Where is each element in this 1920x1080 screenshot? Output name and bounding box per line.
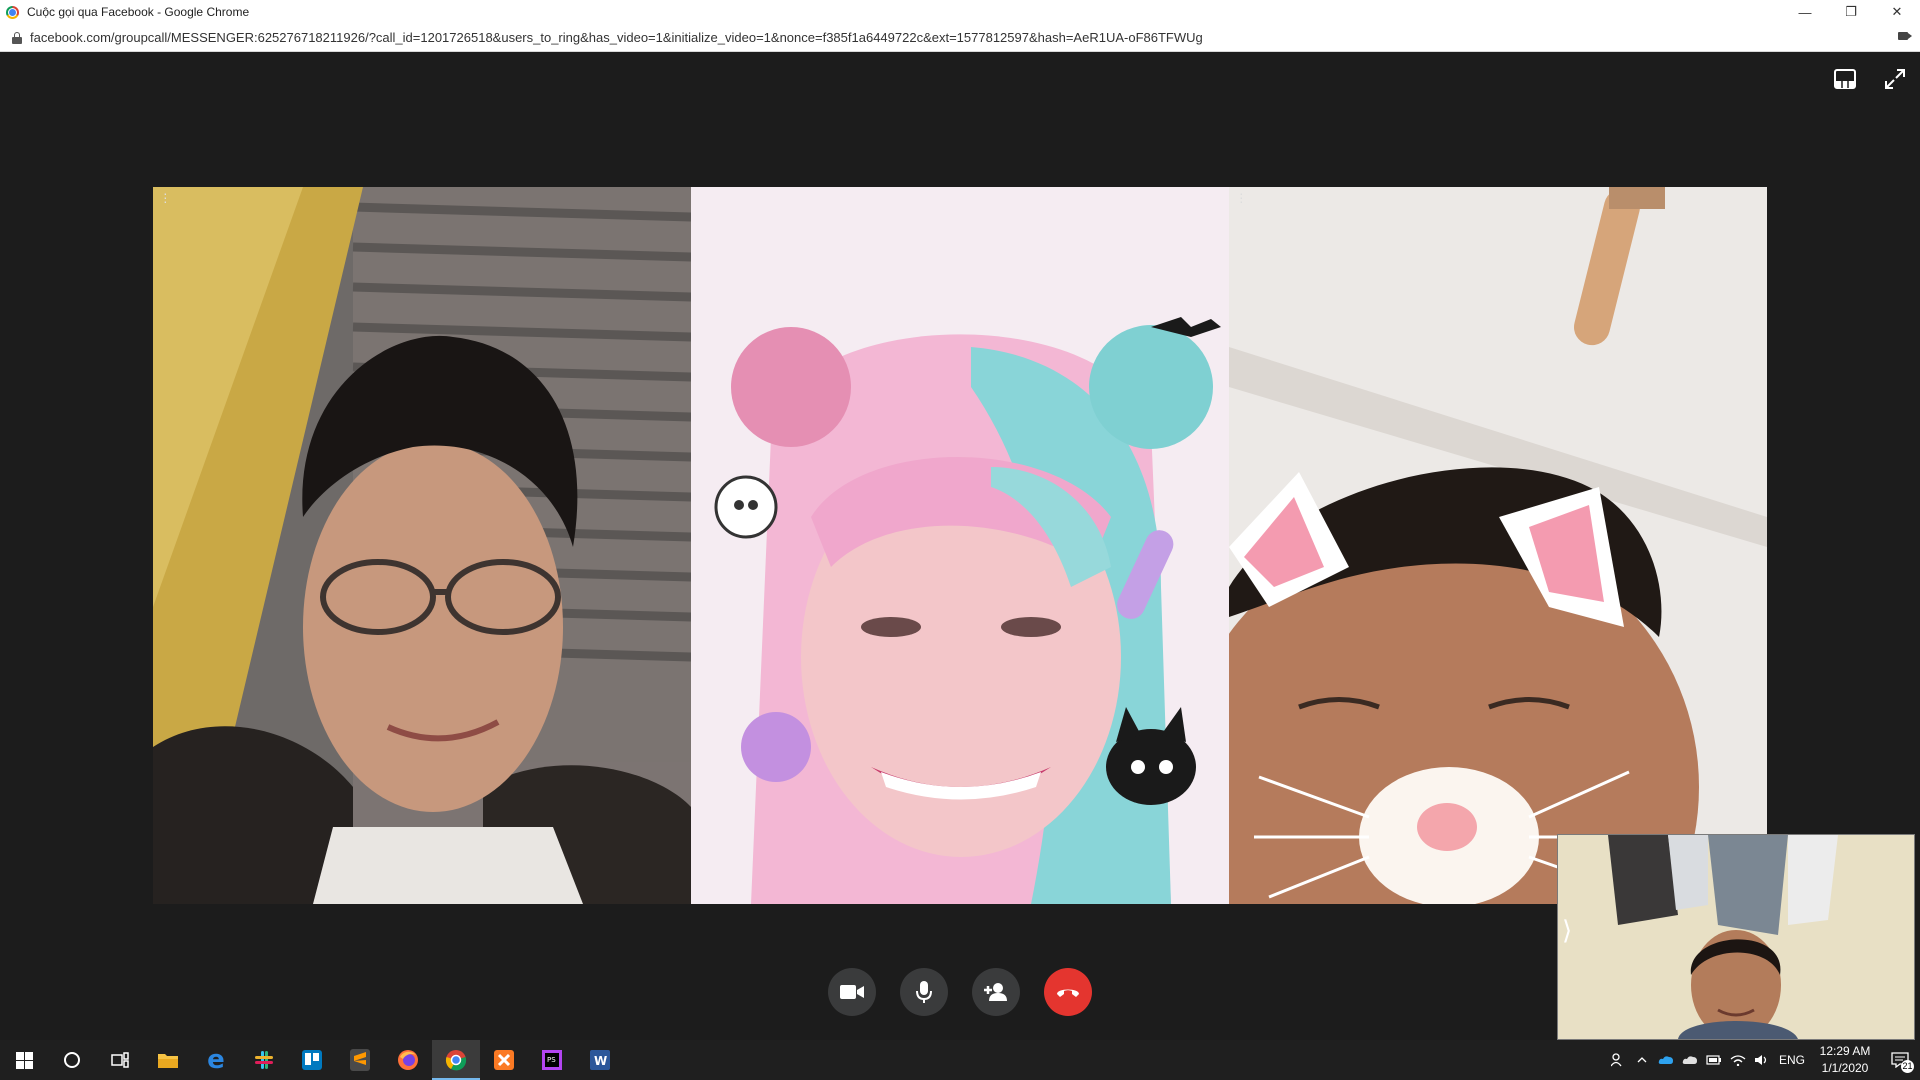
action-center-icon[interactable]: 21 — [1880, 1040, 1920, 1080]
edge-icon[interactable]: e — [192, 1040, 240, 1080]
people-icon[interactable] — [1606, 1040, 1630, 1080]
firefox-icon[interactable] — [384, 1040, 432, 1080]
close-button[interactable]: ✕ — [1874, 0, 1920, 24]
phpstorm-icon[interactable]: PS — [528, 1040, 576, 1080]
svg-text:W: W — [594, 1054, 607, 1068]
fullscreen-icon[interactable] — [1882, 66, 1908, 92]
word-icon[interactable]: W — [576, 1040, 624, 1080]
taskbar: e PS W ENG 12:29 AM 1/1/2020 21 — [0, 1040, 1920, 1080]
url-text[interactable]: facebook.com/groupcall/MESSENGER:6252767… — [30, 30, 1203, 45]
notification-badge: 21 — [1901, 1060, 1914, 1073]
title-bar: Cuộc gọi qua Facebook - Google Chrome — … — [0, 0, 1920, 24]
xampp-icon[interactable] — [480, 1040, 528, 1080]
chevron-up-icon[interactable] — [1630, 1040, 1654, 1080]
video-camera-icon[interactable] — [828, 968, 876, 1016]
lock-icon[interactable] — [12, 31, 22, 44]
battery-icon[interactable] — [1702, 1040, 1726, 1080]
slack-icon[interactable] — [240, 1040, 288, 1080]
self-video-preview[interactable]: ⟩ — [1557, 834, 1915, 1040]
window-controls: — ❐ ✕ — [1782, 0, 1920, 24]
chrome-logo-icon — [6, 5, 19, 19]
camera-in-use-icon[interactable] — [1898, 32, 1912, 40]
microphone-icon[interactable] — [900, 968, 948, 1016]
clock[interactable]: 12:29 AM 1/1/2020 — [1810, 1043, 1880, 1077]
system-tray: ENG 12:29 AM 1/1/2020 21 — [1606, 1040, 1920, 1080]
cloud-icon[interactable] — [1678, 1040, 1702, 1080]
window-title: Cuộc gọi qua Facebook - Google Chrome — [27, 5, 250, 19]
task-view-icon[interactable] — [96, 1040, 144, 1080]
tile-menu-icon[interactable]: · · · — [1239, 187, 1244, 208]
start-icon[interactable] — [0, 1040, 48, 1080]
onedrive-icon[interactable] — [1654, 1040, 1678, 1080]
language-indicator[interactable]: ENG — [1774, 1040, 1810, 1080]
participant-video-2[interactable] — [691, 187, 1229, 904]
clock-date: 1/1/2020 — [1821, 1061, 1869, 1075]
end-call-icon[interactable] — [1044, 968, 1092, 1016]
participant-video-1[interactable]: · · · — [153, 187, 691, 904]
trello-icon[interactable] — [288, 1040, 336, 1080]
tile-menu-icon[interactable]: · · · — [163, 187, 168, 208]
svg-text:PS: PS — [547, 1056, 556, 1064]
participant-video-3[interactable]: · · · — [1229, 187, 1767, 904]
chrome-icon[interactable] — [432, 1040, 480, 1080]
cortana-icon[interactable] — [48, 1040, 96, 1080]
call-controls — [828, 968, 1092, 1016]
volume-icon[interactable] — [1750, 1040, 1774, 1080]
sublime-icon[interactable] — [336, 1040, 384, 1080]
call-stage: · · · · · · ⟩ — [0, 52, 1920, 1040]
restore-button[interactable]: ❐ — [1828, 0, 1874, 24]
collapse-self-view-icon[interactable]: ⟩ — [1562, 915, 1572, 946]
clock-time: 12:29 AM — [1819, 1044, 1871, 1058]
address-bar[interactable]: facebook.com/groupcall/MESSENGER:6252767… — [0, 24, 1920, 52]
layout-icon[interactable] — [1832, 66, 1858, 92]
wifi-icon[interactable] — [1726, 1040, 1750, 1080]
add-person-icon[interactable] — [972, 968, 1020, 1016]
file-explorer-icon[interactable] — [144, 1040, 192, 1080]
minimize-button[interactable]: — — [1782, 0, 1828, 24]
